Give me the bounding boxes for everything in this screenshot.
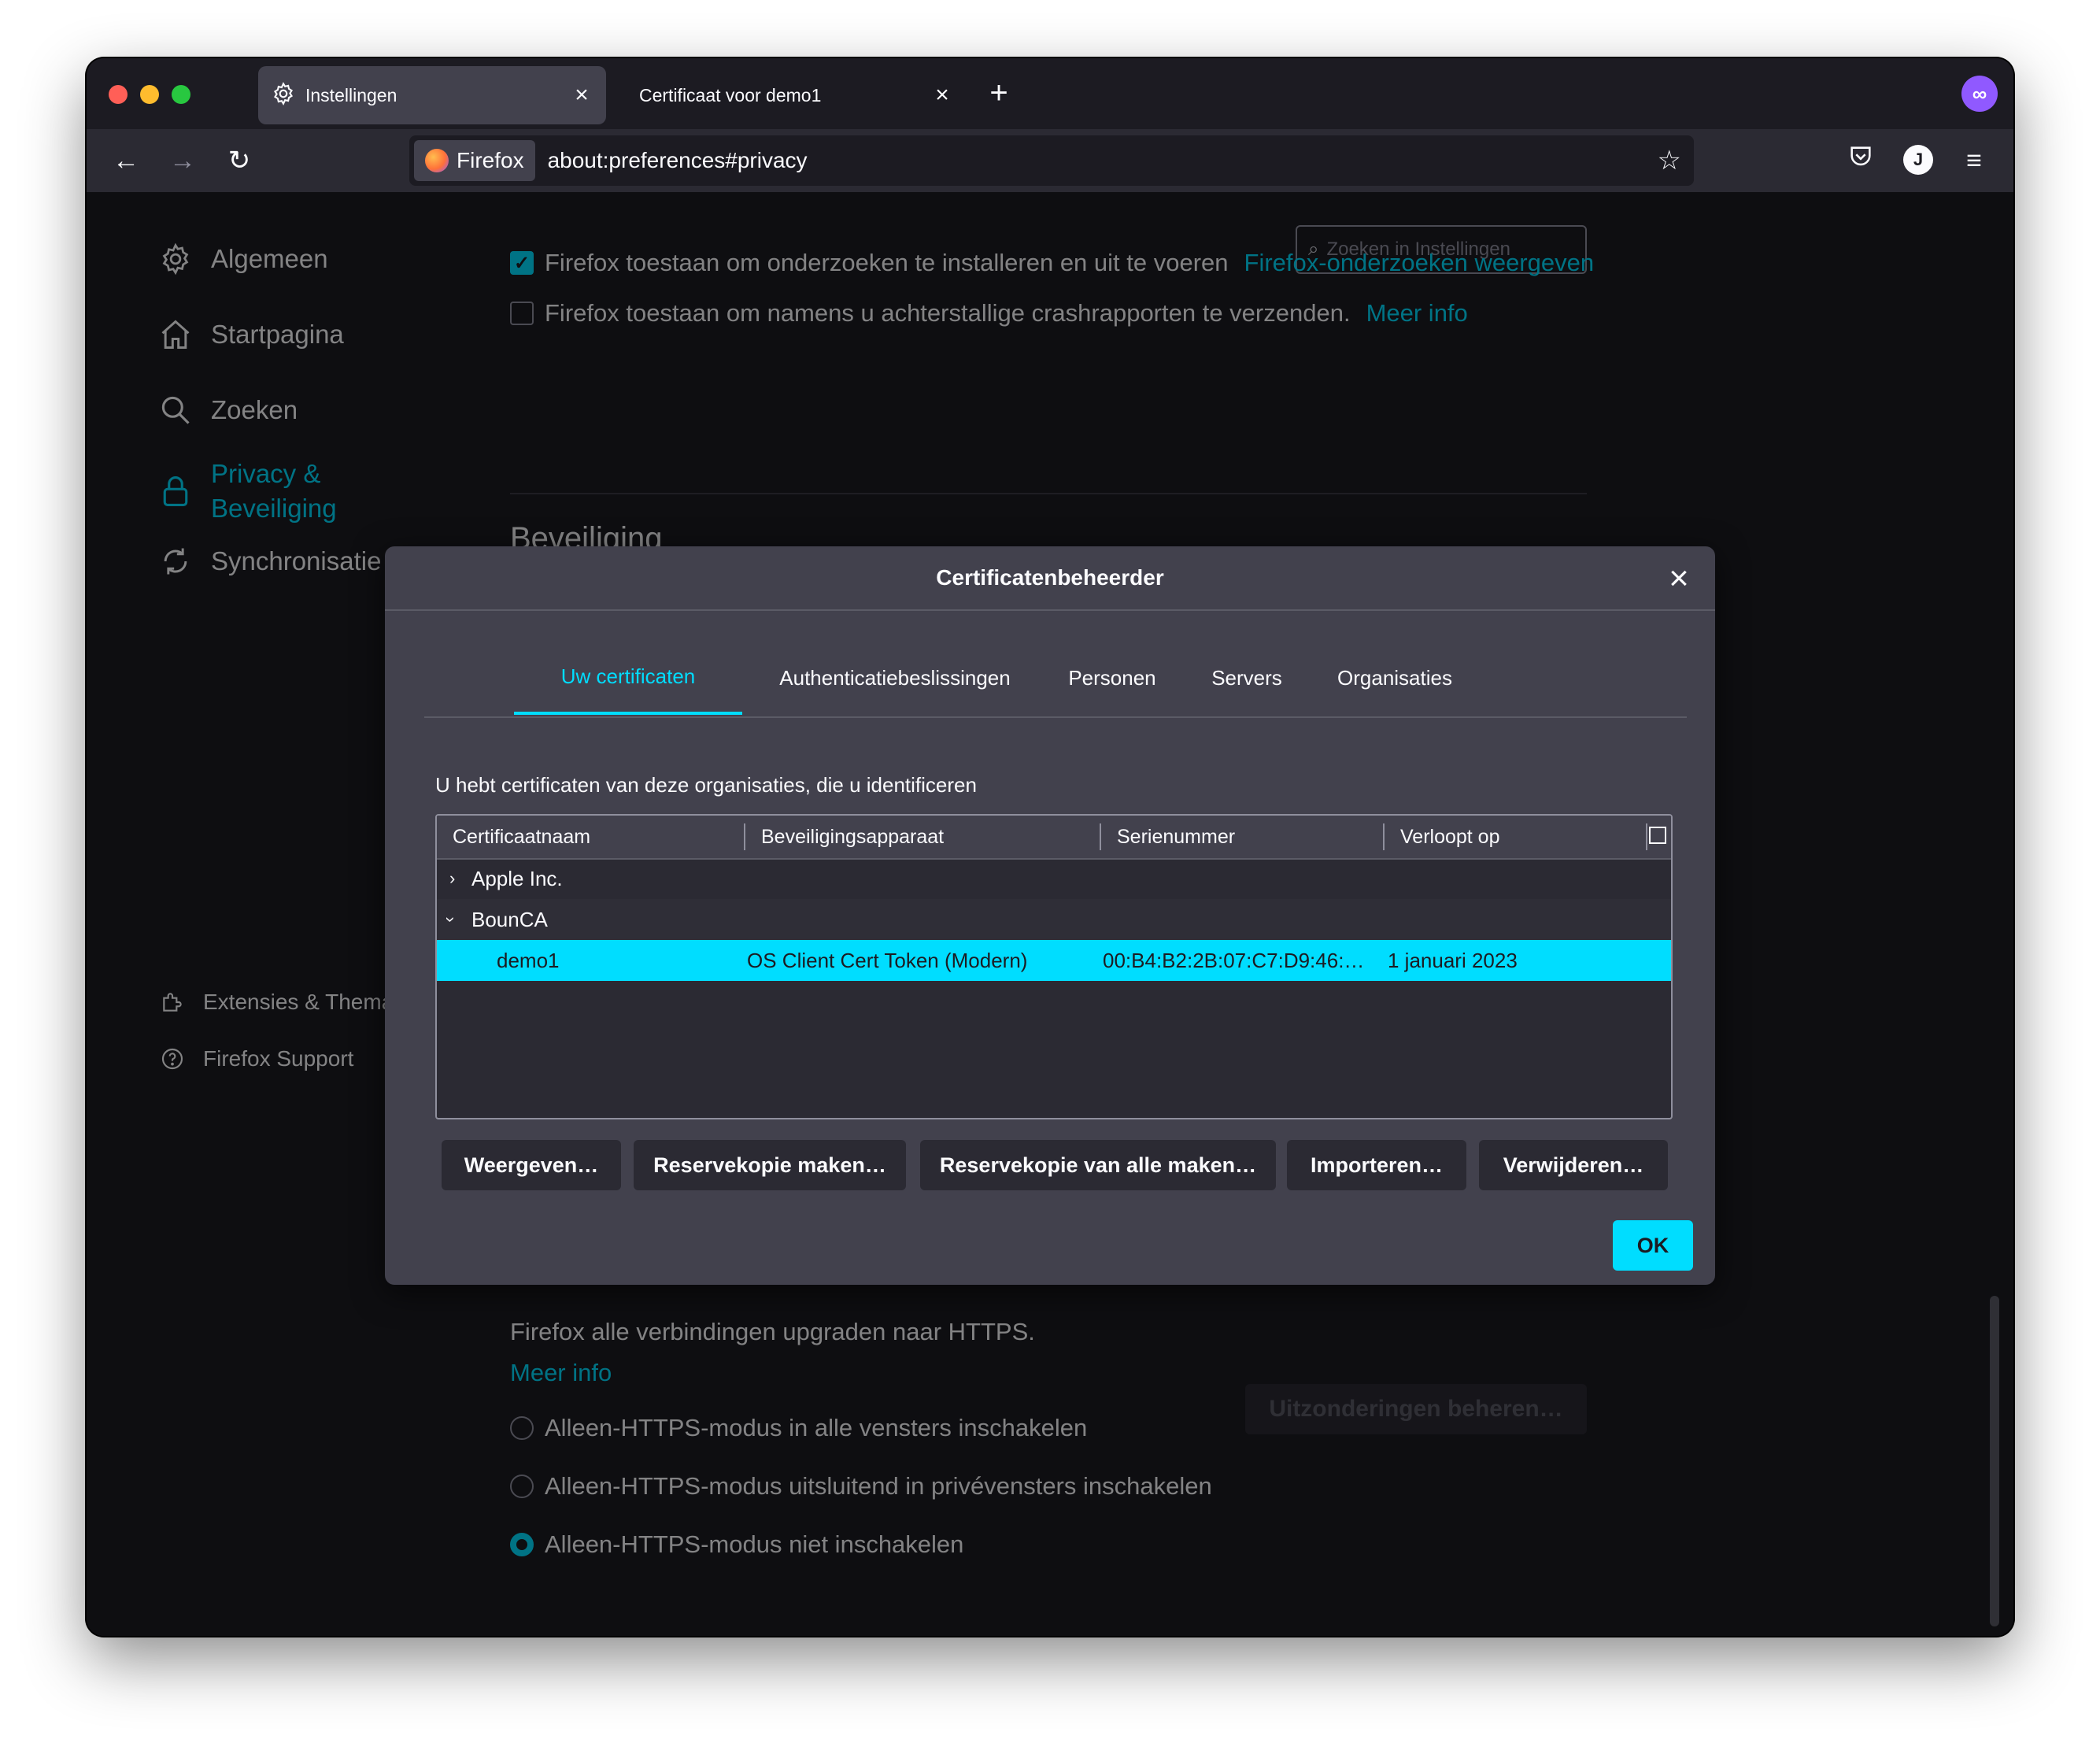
tab-strip: Instellingen × Certificaat voor demo1 × … (87, 58, 2013, 129)
bookmark-star-icon[interactable]: ☆ (1658, 145, 1681, 176)
cert-name: demo1 (497, 949, 560, 972)
column-separator[interactable] (1646, 823, 1647, 850)
dialog-title: Certificatenbeheerder (936, 565, 1164, 590)
private-mask-icon[interactable]: ∞ (1961, 76, 1998, 112)
ok-button[interactable]: OK (1613, 1220, 1693, 1271)
tab-label: Certificaat voor demo1 (639, 84, 822, 105)
new-tab-button[interactable]: + (979, 76, 1019, 111)
column-certificaatnaam[interactable]: Certificaatnaam (453, 816, 590, 858)
zoom-window-button[interactable] (172, 85, 190, 104)
dialog-header-divider (385, 609, 1715, 611)
firefox-logo-icon (425, 149, 449, 172)
back-arrow-icon[interactable]: ← (109, 143, 143, 178)
close-window-button[interactable] (109, 85, 128, 104)
reload-icon[interactable]: ↻ (222, 143, 257, 178)
tab-uw-certificaten[interactable]: Uw certificaten (514, 641, 742, 715)
tree-row-bounca[interactable]: › BounCA (437, 899, 1671, 940)
menu-hamburger-icon[interactable]: ≡ (1957, 143, 1991, 178)
cert-device: OS Client Cert Token (Modern) (747, 949, 1028, 972)
certificate-tree[interactable]: Certificaatnaam Beveiligingsapparaat Ser… (435, 814, 1673, 1119)
column-separator[interactable] (1100, 823, 1101, 850)
gear-icon (271, 81, 296, 110)
url-bar[interactable]: Firefox about:preferences#privacy ☆ (409, 135, 1694, 186)
tab-instellingen[interactable]: Instellingen × (258, 66, 606, 124)
close-icon[interactable]: × (1663, 559, 1695, 598)
column-picker-icon[interactable] (1649, 827, 1666, 844)
pocket-icon[interactable] (1843, 143, 1878, 178)
tab-servers[interactable]: Servers (1196, 641, 1298, 715)
browser-window: Instellingen × Certificaat voor demo1 × … (87, 58, 2013, 1636)
column-beveiligingsapparaat[interactable]: Beveiligingsapparaat (761, 816, 944, 858)
delete-button[interactable]: Verwijderen… (1479, 1140, 1668, 1190)
row-name: BounCA (471, 908, 548, 931)
identity-box[interactable]: Firefox (414, 140, 535, 181)
url-text[interactable]: about:preferences#privacy (548, 148, 1658, 173)
tree-row-demo1[interactable]: demo1 OS Client Cert Token (Modern) 00:B… (437, 940, 1671, 981)
backup-button[interactable]: Reservekopie maken… (634, 1140, 906, 1190)
row-name: Apple Inc. (471, 867, 563, 890)
column-verloopt-op[interactable]: Verloopt op (1400, 816, 1500, 858)
certificate-manager-dialog: Certificatenbeheerder × Uw certificaten … (385, 546, 1715, 1285)
backup-all-button[interactable]: Reservekopie van alle maken… (920, 1140, 1276, 1190)
chevron-down-icon[interactable]: › (437, 916, 471, 922)
tree-row-apple[interactable]: › Apple Inc. (437, 858, 1671, 899)
column-separator[interactable] (744, 823, 745, 850)
identity-label: Firefox (457, 148, 524, 172)
view-button[interactable]: Weergeven… (442, 1140, 621, 1190)
cert-serial: 00:B4:B2:2B:07:C7:D9:46:… (1103, 949, 1365, 972)
tab-authenticatiebeslissingen[interactable]: Authenticatiebeslissingen (763, 641, 1027, 715)
dialog-tabs: Uw certificaten Authenticatiebeslissinge… (424, 641, 1687, 718)
cert-expires: 1 januari 2023 (1388, 949, 1518, 972)
close-tab-icon[interactable]: × (930, 82, 954, 109)
tree-header: Certificaatnaam Beveiligingsapparaat Ser… (437, 816, 1671, 860)
forward-arrow-icon[interactable]: → (165, 143, 200, 178)
tab-label: Instellingen (305, 84, 397, 105)
tab-certificaat[interactable]: Certificaat voor demo1 × (619, 66, 967, 124)
tab-organisaties[interactable]: Organisaties (1320, 641, 1470, 715)
close-tab-icon[interactable]: × (570, 82, 593, 109)
nav-bar: ← → ↻ Firefox about:preferences#privacy … (87, 129, 2013, 192)
column-serienummer[interactable]: Serienummer (1117, 816, 1235, 858)
account-avatar[interactable]: J (1903, 145, 1933, 175)
column-separator[interactable] (1383, 823, 1385, 850)
import-button[interactable]: Importeren… (1287, 1140, 1466, 1190)
dialog-description: U hebt certificaten van deze organisatie… (435, 773, 977, 797)
chevron-right-icon[interactable]: › (449, 858, 455, 899)
minimize-window-button[interactable] (140, 85, 159, 104)
tab-personen[interactable]: Personen (1054, 641, 1170, 715)
